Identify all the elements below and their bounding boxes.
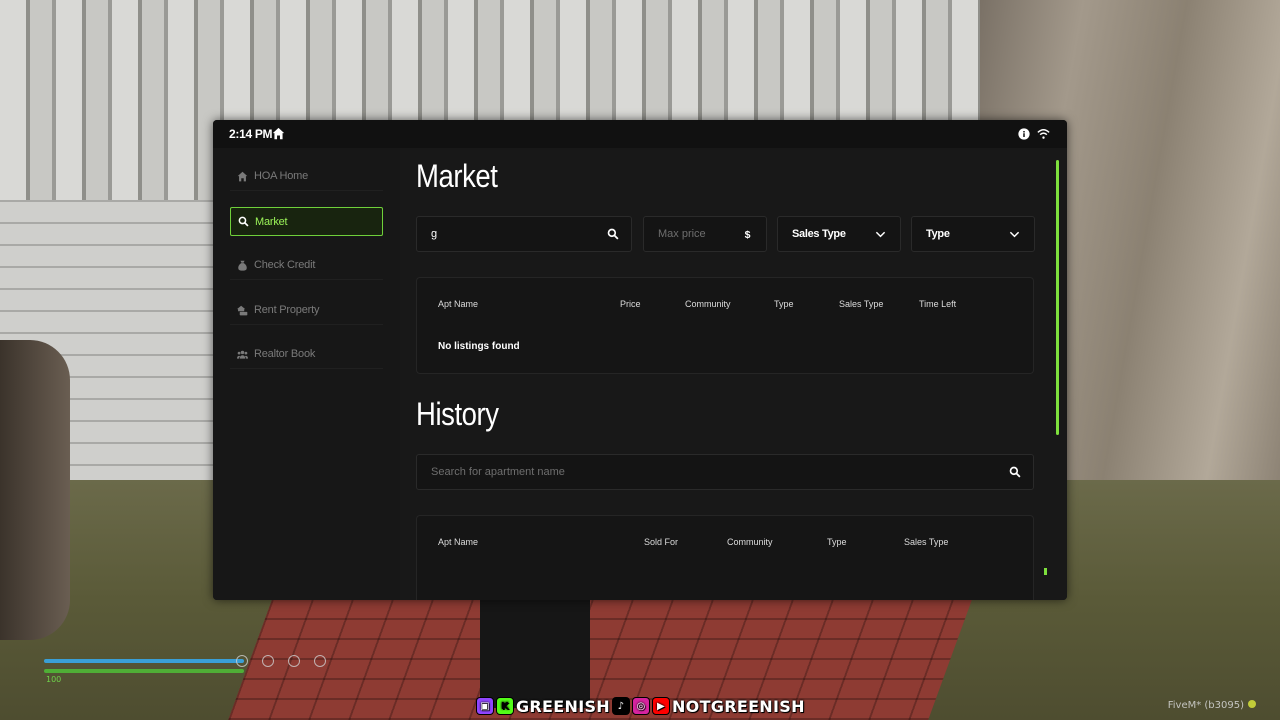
- rent-house-icon: [237, 305, 248, 315]
- column-header: Time Left: [919, 299, 957, 309]
- column-header: Community: [685, 299, 731, 309]
- market-listings-table: Apt Name Price Community Type Sales Type…: [416, 277, 1034, 374]
- history-title: History: [416, 396, 499, 432]
- column-header: Sold For: [644, 537, 679, 547]
- column-header: Sales Type: [839, 299, 884, 309]
- column-header: Apt Name: [438, 299, 479, 309]
- sidebar-item-label: Realtor Book: [254, 348, 316, 360]
- sidebar-item-label: HOA Home: [254, 170, 309, 182]
- max-price-placeholder: Max price: [658, 228, 706, 240]
- social-banner: ▣ K GREENISH ♪ ◎ ▶ NOTGREENISH: [476, 696, 805, 716]
- health-bar: [44, 669, 244, 673]
- left-tree: [0, 340, 70, 640]
- hud-value: 100: [46, 675, 62, 684]
- sidebar: HOA Home Market Check Credit Rent Proper…: [213, 148, 400, 600]
- armor-bar: [44, 659, 244, 663]
- search-icon: [238, 216, 249, 227]
- compass-icon: [288, 655, 300, 667]
- sidebar-item-rent-property[interactable]: Rent Property: [230, 296, 383, 325]
- type-select[interactable]: Type: [911, 216, 1035, 252]
- status-bar: 2:14 PM: [213, 120, 1067, 148]
- history-table: Apt Name Sold For Community Type Sales T…: [416, 515, 1034, 600]
- history-search-input[interactable]: Search for apartment name: [416, 454, 1034, 490]
- market-search-input[interactable]: g: [416, 216, 632, 252]
- mic-icon: [314, 655, 326, 667]
- sidebar-item-check-credit[interactable]: Check Credit: [230, 251, 383, 280]
- column-header: Apt Name: [438, 537, 479, 547]
- home-icon[interactable]: [272, 127, 285, 140]
- youtube-icon: ▶: [651, 697, 670, 715]
- fivem-icon: [1248, 700, 1256, 708]
- hud-icons: [236, 655, 326, 667]
- max-price-input[interactable]: Max price $: [643, 216, 767, 252]
- sales-type-select[interactable]: Sales Type: [777, 216, 901, 252]
- social-handle: GREENISH: [516, 696, 610, 716]
- thirst-icon: [262, 655, 274, 667]
- sidebar-item-market[interactable]: Market: [230, 207, 383, 236]
- client-version-tag: FiveM* (b3095): [1168, 700, 1256, 711]
- column-header: Sales Type: [904, 537, 949, 547]
- kick-icon: K: [496, 697, 514, 715]
- home-icon: [237, 171, 248, 181]
- sidebar-item-label: Check Credit: [254, 259, 316, 271]
- tiktok-icon: ♪: [611, 697, 630, 715]
- sidebar-item-hoa-home[interactable]: HOA Home: [230, 162, 383, 191]
- column-header: Type: [827, 537, 847, 547]
- search-icon[interactable]: [607, 228, 619, 240]
- hunger-icon: [236, 655, 248, 667]
- history-search-placeholder: Search for apartment name: [431, 466, 565, 478]
- column-header: Type: [774, 299, 794, 309]
- users-icon: [237, 350, 248, 359]
- sales-type-label: Sales Type: [792, 228, 846, 240]
- clock: 2:14 PM: [229, 127, 273, 141]
- money-bag-icon: [238, 260, 247, 271]
- player-character: [480, 598, 590, 708]
- sidebar-item-realtor-book[interactable]: Realtor Book: [230, 340, 383, 369]
- chevron-down-icon: [875, 231, 886, 238]
- player-hud: 100: [30, 655, 350, 695]
- empty-state: No listings found: [438, 341, 520, 352]
- search-icon[interactable]: [1009, 466, 1021, 478]
- market-search-value: g: [431, 228, 438, 240]
- type-label: Type: [926, 228, 950, 240]
- scrollbar[interactable]: [1056, 160, 1059, 435]
- hoa-tablet: 2:14 PM HOA Home Market Check Credit Ren…: [213, 120, 1067, 600]
- chevron-down-icon: [1009, 231, 1020, 238]
- info-icon[interactable]: [1018, 128, 1030, 140]
- twitch-icon: ▣: [476, 697, 494, 715]
- sidebar-item-label: Rent Property: [254, 304, 320, 316]
- scrollbar-end: [1044, 568, 1047, 575]
- main-content: Market g Max price $ Sales Type Type Apt…: [400, 148, 1067, 600]
- column-header: Price: [620, 299, 641, 309]
- sidebar-item-label: Market: [255, 215, 288, 228]
- client-version-text: FiveM* (b3095): [1167, 700, 1244, 711]
- dollar-icon: $: [745, 229, 751, 240]
- social-handle: NOTGREENISH: [671, 696, 805, 716]
- market-title: Market: [416, 158, 498, 194]
- wifi-icon: [1037, 129, 1050, 139]
- instagram-icon: ◎: [631, 697, 650, 715]
- svg-text:$: $: [745, 229, 751, 240]
- column-header: Community: [727, 537, 773, 547]
